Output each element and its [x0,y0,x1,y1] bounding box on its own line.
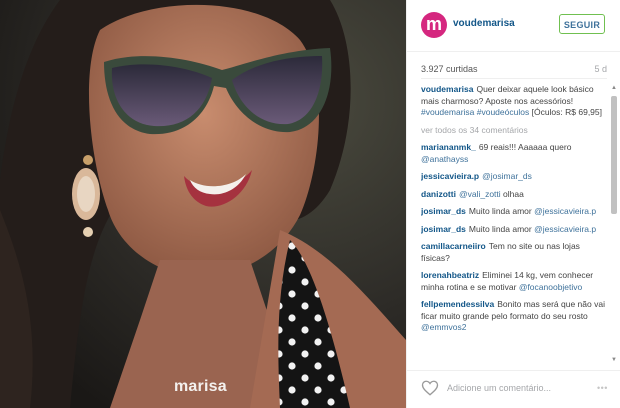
comment-item: mariananmk_ 69 reais!!! Aaaaaa quero @ana… [421,142,609,165]
comment-item: fellpemendessilva Bonito mas será que não… [421,299,609,334]
comment-username[interactable]: danizotti [421,189,456,199]
comment-text: 69 reais!!! Aaaaaa quero [478,142,572,152]
caption-price: [Óculos: R$ 69,95] [531,107,602,117]
post-stats: 3.927 curtidas 5 d [421,64,607,79]
post-footer: Adicione um comentário... ••• [407,370,620,408]
post-sidebar: m voudemarisa SEGUIR 3.927 curtidas 5 d … [406,0,620,408]
scrollbar-thumb[interactable] [611,96,617,214]
follow-button[interactable]: SEGUIR [559,14,605,34]
comment-mention[interactable]: @vali_zotti [459,189,501,199]
brand-watermark: marisa [174,378,227,395]
comment-mention[interactable]: @emmvos2 [421,322,466,332]
comments-list[interactable]: voudemarisa Quer deixar aquele look básic… [421,84,609,368]
caption-hashtags[interactable]: #voudemarisa #voudeóculos [421,107,529,117]
comment-username[interactable]: josimar_ds [421,206,466,216]
comment-item: danizotti @vali_zotti olhaa [421,189,609,201]
account-username[interactable]: voudemarisa [453,18,515,29]
comment-mention[interactable]: @jessicavieira.p [534,206,596,216]
comment-mention[interactable]: @anathayss [421,154,468,164]
comment-username[interactable]: fellpemendessilva [421,299,494,309]
comment-username[interactable]: josimar_ds [421,224,466,234]
scroll-up-icon[interactable]: ▲ [610,84,618,92]
comment-username[interactable]: lorenahbeatriz [421,270,479,280]
post-header: m voudemarisa SEGUIR [407,0,620,52]
comment-item: josimar_ds Muito linda amor @jessicavieir… [421,206,609,218]
view-all-comments-link[interactable]: ver todos os 34 comentários [421,125,609,137]
heart-icon[interactable] [421,379,439,397]
comment-username[interactable]: camillacarneiiro [421,241,486,251]
comment-text: Muito linda amor [468,223,532,234]
caption-username[interactable]: voudemarisa [421,84,473,94]
comment-item: jessicavieira.p @josimar_ds [421,171,609,183]
comment-username[interactable]: mariananmk_ [421,142,476,152]
comments-scrollbar[interactable]: ▲ ▼ [610,84,618,364]
avatar[interactable]: m [421,12,447,38]
comment-item: josimar_ds Muito linda amor @jessicavieir… [421,224,609,236]
comment-mention[interactable]: @josimar_ds [482,171,532,181]
instagram-post-embed: marisa m voudemarisa SEGUIR 3.927 curtid… [0,0,620,408]
post-photo[interactable]: marisa [0,0,406,408]
likes-count[interactable]: 3.927 curtidas [421,64,478,74]
comment-item: camillacarneiiro Tem no site ou nas lojas… [421,241,609,264]
comment-mention[interactable]: @jessicavieira.p [534,224,596,234]
caption: voudemarisa Quer deixar aquele look básic… [421,84,609,119]
comment-mention[interactable]: @focanoobjetivo [519,282,582,292]
more-options-icon[interactable]: ••• [597,383,608,393]
photo-illustration [0,0,406,408]
comment-text: Muito linda amor [468,206,532,216]
comment-item: lorenahbeatriz Eliminei 14 kg, vem conhec… [421,270,609,293]
comment-text: olhaa [503,188,524,199]
comment-username[interactable]: jessicavieira.p [421,171,479,181]
add-comment-input[interactable]: Adicione um comentário... [447,383,551,393]
post-age[interactable]: 5 d [594,64,607,74]
scroll-down-icon[interactable]: ▼ [610,356,618,364]
